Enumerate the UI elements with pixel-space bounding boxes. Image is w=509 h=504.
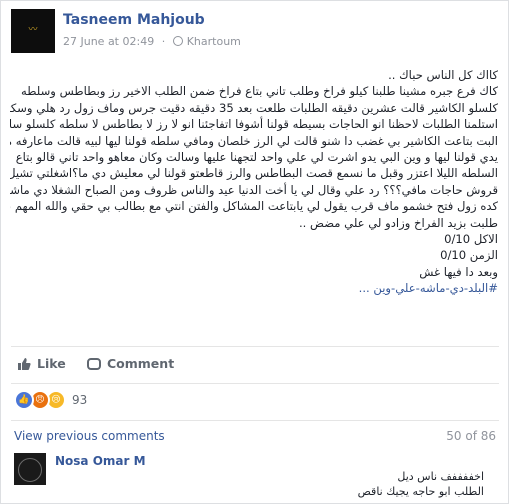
view-previous-comments-link[interactable]: View previous comments bbox=[14, 429, 165, 443]
avatar-artwork bbox=[18, 458, 42, 482]
thumbs-up-icon bbox=[18, 357, 31, 370]
location-icon bbox=[172, 36, 183, 46]
like-label: Like bbox=[37, 356, 66, 371]
comments-pagination: 50 of 86 bbox=[446, 429, 496, 443]
post-timestamp[interactable]: 27 June at 02:49 bbox=[63, 35, 154, 48]
post-body: كااك كل الناس حباك .. كاك فرع جبره مشينا… bbox=[10, 67, 498, 297]
post-location[interactable]: Khartoum bbox=[187, 35, 241, 48]
post-line: كااك كل الناس حباك .. bbox=[388, 68, 498, 82]
section-divider bbox=[11, 420, 499, 421]
post-line: الزمن 0/10 bbox=[440, 248, 498, 263]
like-button[interactable]: Like bbox=[17, 356, 66, 371]
author-name[interactable]: Tasneem Mahjoub bbox=[63, 12, 205, 28]
post-line: كده زول فتح خشمو ماف قرب يقول لي يابتاعت… bbox=[10, 199, 498, 214]
post-line: طلبت بزيد الفراخ وزادو لي علي مضض .. bbox=[298, 215, 498, 230]
post-line: وبعد دا فيها غش bbox=[419, 264, 498, 279]
reactions-summary[interactable]: 👍 😠 😢 93 bbox=[14, 390, 87, 410]
comment-label: Comment bbox=[107, 356, 175, 371]
post-line: الاكل 0/10 bbox=[444, 232, 498, 247]
comment-line: الطلب ابو حاجه يجيك ناقص bbox=[357, 485, 484, 498]
commenter-name[interactable]: Nosa Omar M bbox=[55, 454, 146, 468]
post-hashtag[interactable]: #البلد-دي-ماشه-علي-وين ... bbox=[10, 280, 498, 296]
meta-separator: · bbox=[161, 35, 166, 48]
avatar-artwork: 〰 bbox=[28, 25, 38, 35]
post-card: 〰 Tasneem Mahjoub 27 June at 02:49 · Kha… bbox=[0, 0, 509, 504]
reaction-count: 93 bbox=[72, 393, 88, 407]
post-line: يدي قولنا ليها و وين البي يدو اشرت لي عل… bbox=[15, 150, 498, 165]
comment-line: اخففففف ناس ديل bbox=[397, 470, 484, 483]
post-line: السلطه الليلا اعتزر وقبل ما نسمع قصت الب… bbox=[10, 166, 498, 181]
post-actions-bar: Like Comment bbox=[11, 346, 499, 384]
post-meta: 27 June at 02:49 · Khartoum bbox=[63, 35, 245, 48]
author-avatar[interactable]: 〰 bbox=[11, 9, 55, 53]
like-reaction-icon: 👍 bbox=[14, 390, 34, 410]
post-line: كلسلو الكاشير قالت عشرين دقيقه الطلبات ط… bbox=[10, 100, 498, 115]
comment-body: اخففففف ناس ديل الطلب ابو حاجه يجيك ناقص bbox=[104, 469, 484, 499]
post-line: قروش حاجات مافي؟؟؟ رد علي وقال لي يا أخت… bbox=[10, 182, 498, 197]
comment-icon bbox=[87, 357, 101, 370]
post-line: استلمنا الطلبات لاحظنا انو الحاجات بسيطه… bbox=[10, 117, 498, 132]
post-line: كاك فرع جبره مشينا طلبنا كيلو فراخ وطلب … bbox=[21, 84, 498, 99]
post-line: البت بتاعت الكاشير بي غضب دا شنو قالت لي… bbox=[10, 133, 498, 148]
post-header: 〰 Tasneem Mahjoub 27 June at 02:49 · Kha… bbox=[11, 9, 491, 57]
comment-button[interactable]: Comment bbox=[87, 356, 174, 371]
commenter-avatar[interactable] bbox=[14, 453, 46, 485]
